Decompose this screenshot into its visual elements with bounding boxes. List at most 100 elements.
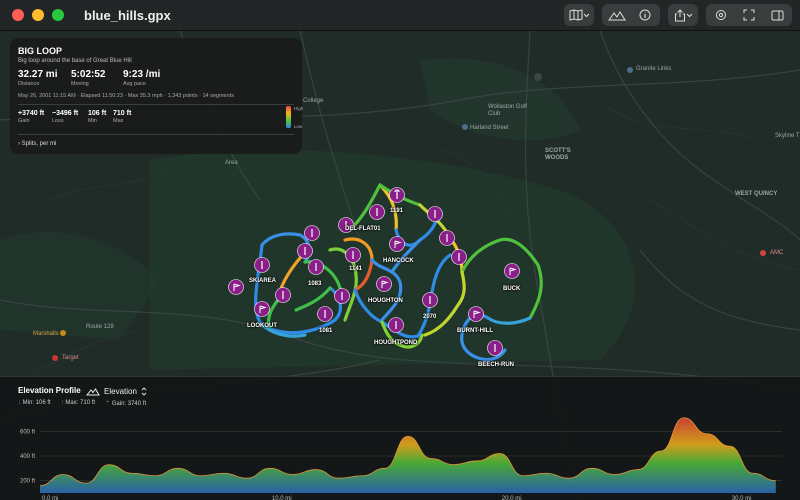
waypoint-label: BUCK bbox=[503, 286, 521, 292]
profile-mode-dropdown[interactable]: Elevation bbox=[86, 384, 152, 398]
window-tools-group bbox=[706, 4, 792, 26]
x-tick-label: 30.0 mi bbox=[732, 496, 752, 500]
close-window-button[interactable] bbox=[12, 9, 24, 21]
expand-icon bbox=[743, 9, 755, 21]
max-label: Max bbox=[113, 118, 124, 124]
map-label-marshalls: Marshalls bbox=[33, 331, 59, 337]
share-icon bbox=[674, 8, 685, 21]
loss-value: −3496 ft bbox=[52, 110, 79, 117]
map-label-skyline: Skyline T bbox=[775, 133, 800, 139]
pace-stat: 9:23 /mi Avg pace bbox=[123, 69, 160, 87]
arrow-down-icon: ↓ bbox=[18, 400, 21, 406]
waypoint-label: DEL-FLAT01 bbox=[345, 226, 381, 232]
waypoint-label: 1083 bbox=[308, 281, 322, 287]
map-label-amc: AMC bbox=[770, 250, 784, 256]
map-label-west-quincy: WEST QUINCY bbox=[735, 191, 778, 197]
waypoint-label: 2070 bbox=[423, 314, 437, 320]
chevron-down-icon bbox=[686, 13, 692, 18]
waypoint-label: 1081 bbox=[319, 328, 333, 334]
mountain-icon bbox=[86, 387, 100, 395]
track-description: Big loop around the base of Great Blue H… bbox=[18, 58, 132, 64]
waypoint-label: 1141 bbox=[349, 266, 363, 272]
share-button[interactable] bbox=[672, 4, 694, 26]
loss-stat: −3496 ft Loss bbox=[52, 110, 78, 124]
fullscreen-button[interactable] bbox=[738, 4, 760, 26]
profile-min: ↓ Min: 106 ft bbox=[18, 400, 51, 407]
legend-low-label: Low bbox=[294, 124, 303, 129]
map-style-button[interactable] bbox=[568, 4, 590, 26]
x-tick-label: 10.0 mi bbox=[272, 496, 292, 500]
y-tick-label: 200 ft bbox=[20, 479, 35, 485]
arrow-up-icon: ↑ bbox=[60, 400, 64, 406]
waypoint-label: 1191 bbox=[390, 208, 404, 214]
min-label: Min bbox=[88, 118, 97, 124]
view-group bbox=[602, 4, 660, 26]
elevation-profile-panel: Elevation Profile Elevation ↓ Min: 106 f… bbox=[0, 376, 800, 500]
track-stats-panel: BIG LOOP Big loop around the base of Gre… bbox=[10, 38, 304, 154]
waypoint-label: LOOKOUT bbox=[247, 323, 277, 329]
pace-label: Avg pace bbox=[123, 81, 146, 87]
mountain-icon bbox=[608, 11, 626, 21]
title-bar: blue_hills.gpx bbox=[0, 0, 800, 31]
waypoint-label: HANCOCK bbox=[383, 258, 414, 264]
legend-high-label: High bbox=[294, 106, 304, 111]
y-tick-label: 600 ft bbox=[20, 429, 35, 435]
profile-mode-label: Elevation bbox=[104, 386, 137, 396]
max-stat: 710 ft Max bbox=[113, 110, 131, 124]
y-tick-label: 400 ft bbox=[20, 454, 35, 460]
divider bbox=[18, 104, 294, 105]
waypoint-label: BURNT-HILL bbox=[457, 328, 493, 334]
map-style-group bbox=[564, 4, 594, 26]
mountain-icon: ⌃ bbox=[105, 401, 111, 407]
profile-stats: ↓ Min: 106 ft ↑ Max: 710 ft ⌃ Gain: 3740… bbox=[18, 400, 146, 407]
waypoint-label: HOUGHTPOND bbox=[374, 340, 418, 346]
distance-label: Distance bbox=[18, 81, 40, 87]
gain-stat: +3740 ft Gain bbox=[18, 110, 44, 124]
gain-label: Gain bbox=[18, 118, 30, 124]
moving-label: Moving bbox=[71, 81, 89, 87]
share-group bbox=[668, 4, 698, 26]
map-label-route-128: Route 128 bbox=[86, 324, 114, 330]
info-button[interactable] bbox=[634, 4, 656, 26]
loss-label: Loss bbox=[52, 118, 64, 124]
track-meta: May 26, 2001 11:15 AM · Elapsed 11:50:23… bbox=[18, 93, 234, 99]
chevron-updown-icon bbox=[141, 386, 147, 396]
info-icon bbox=[639, 9, 651, 21]
minimize-window-button[interactable] bbox=[32, 9, 44, 21]
window-title: blue_hills.gpx bbox=[84, 7, 171, 23]
divider bbox=[18, 134, 294, 135]
pace-value: 9:23 /mi bbox=[123, 69, 161, 80]
profile-min-label: Min: 106 ft bbox=[22, 400, 51, 406]
map-label-college: College bbox=[303, 98, 324, 104]
map-label-granite-links: Granite Links bbox=[636, 66, 672, 72]
distance-stat: 32.27 mi Distance bbox=[18, 69, 57, 87]
profile-max: ↑ Max: 710 ft bbox=[61, 400, 95, 407]
profile-title: Elevation Profile bbox=[18, 386, 81, 395]
sidebar-button[interactable] bbox=[766, 4, 788, 26]
window-controls bbox=[12, 9, 64, 21]
x-tick-label: 0.0 mi bbox=[42, 496, 58, 500]
elevation-toggle-button[interactable] bbox=[606, 4, 628, 26]
waypoint-label: SKIAREA bbox=[249, 278, 277, 284]
splits-label: Splits, per mi bbox=[21, 141, 57, 147]
settings-button[interactable] bbox=[710, 4, 732, 26]
profile-gain: ⌃ Gain: 3740 ft bbox=[105, 400, 146, 407]
map-icon bbox=[569, 9, 582, 21]
distance-value: 32.27 mi bbox=[18, 69, 58, 80]
moving-stat: 5:02:52 Moving bbox=[71, 69, 105, 87]
gear-icon bbox=[716, 10, 726, 20]
map-label-harland-street: Harland Street bbox=[470, 125, 509, 131]
profile-max-label: Max: 710 ft bbox=[65, 400, 96, 406]
track-name: BIG LOOP bbox=[18, 46, 63, 56]
map-label-area: Area bbox=[225, 160, 238, 166]
waypoint-label: BEECH-RUN bbox=[478, 362, 514, 368]
map-label-wollaston: Wollaston Golf Club bbox=[488, 104, 527, 117]
max-value: 710 ft bbox=[113, 110, 132, 117]
splits-toggle[interactable]: › Splits, per mi bbox=[18, 141, 56, 147]
min-stat: 106 ft Min bbox=[88, 110, 106, 124]
elevation-chart[interactable]: 600 ft 400 ft 200 ft 0.0 mi 10.0 mi 20.0 mi 30… bbox=[0, 411, 800, 500]
waypoint-label: HOUGHTON bbox=[368, 298, 403, 304]
zoom-window-button[interactable] bbox=[52, 9, 64, 21]
profile-gain-label: Gain: 3740 ft bbox=[111, 401, 147, 407]
map-label-target: Target bbox=[62, 355, 79, 361]
